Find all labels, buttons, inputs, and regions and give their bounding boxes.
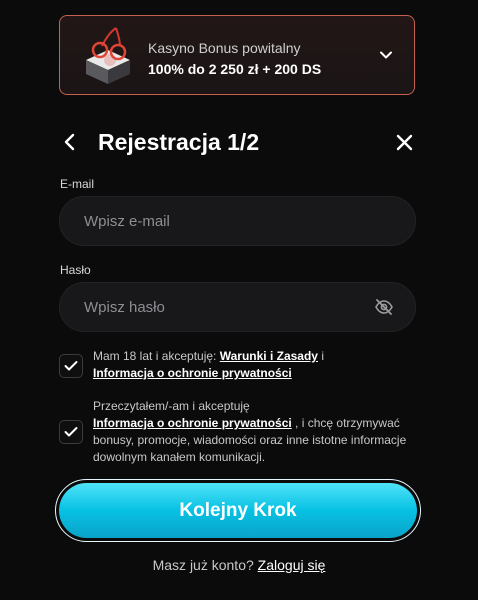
privacy-link[interactable]: Informacja o ochronie prywatności [93, 416, 292, 430]
email-label: E-mail [60, 177, 95, 191]
bonus-title: Kasyno Bonus powitalny [148, 40, 301, 56]
next-step-button[interactable]: Kolejny Krok [59, 483, 417, 538]
chevron-down-icon[interactable] [378, 47, 394, 63]
email-field[interactable] [59, 196, 416, 246]
age-terms-checkbox[interactable] [59, 354, 83, 378]
back-arrow-icon[interactable] [60, 132, 80, 152]
marketing-consent-checkbox[interactable] [59, 420, 83, 444]
password-field[interactable] [59, 282, 416, 332]
age-terms-text: Mam 18 lat i akceptuję: Warunki i Zasady… [93, 348, 393, 382]
bonus-value: 100% do 2 250 zł + 200 DS [148, 61, 322, 77]
privacy-link[interactable]: Informacja o ochronie prywatności [93, 366, 292, 380]
page-title: Rejestracja 1/2 [98, 129, 260, 155]
gift-box-icon [86, 27, 130, 84]
close-icon[interactable] [395, 133, 414, 152]
marketing-consent-text: Przeczytałem/-am i akceptuję Informacja … [93, 398, 411, 466]
consent-text: Mam 18 lat i akceptuję: [93, 349, 220, 363]
eye-off-icon[interactable] [374, 298, 394, 316]
terms-link[interactable]: Warunki i Zasady [220, 349, 318, 363]
checkmark-icon [64, 427, 78, 437]
login-prompt: Masz już konto? Zaloguj się [0, 557, 478, 573]
bonus-banner[interactable]: Kasyno Bonus powitalny 100% do 2 250 zł … [59, 15, 415, 95]
login-prompt-text: Masz już konto? [152, 557, 254, 573]
consent-text: Przeczytałem/-am i akceptuję [93, 399, 250, 413]
password-label: Hasło [60, 263, 91, 277]
consent-text: i [317, 349, 324, 363]
checkmark-icon [64, 361, 78, 371]
login-link[interactable]: Zaloguj się [258, 557, 326, 573]
